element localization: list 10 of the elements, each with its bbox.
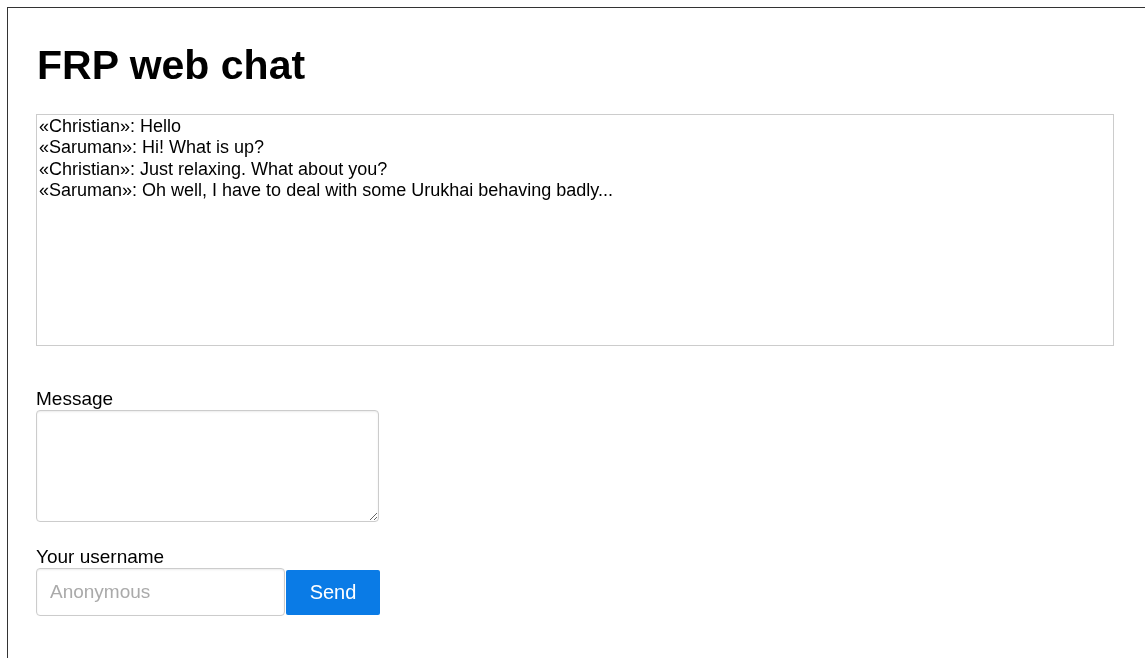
username-field[interactable]: Anonymous [36, 568, 285, 616]
field-label: Message [36, 388, 115, 410]
field-label: Your username [36, 546, 166, 568]
chat-message: «Christian»: Just relaxing. What about you? [39, 158, 389, 180]
send-button[interactable]: Send [286, 569, 380, 615]
page-title: FRP web chat [37, 41, 307, 89]
chat-message: «Saruman»: Oh well, I have to deal with some Urukhai behaving badly... [39, 179, 614, 202]
message-field[interactable] [36, 410, 379, 522]
chat-message: «Christian»: Hello [39, 116, 183, 138]
chat-message: «Saruman»: Hi! What is up? [39, 137, 266, 159]
